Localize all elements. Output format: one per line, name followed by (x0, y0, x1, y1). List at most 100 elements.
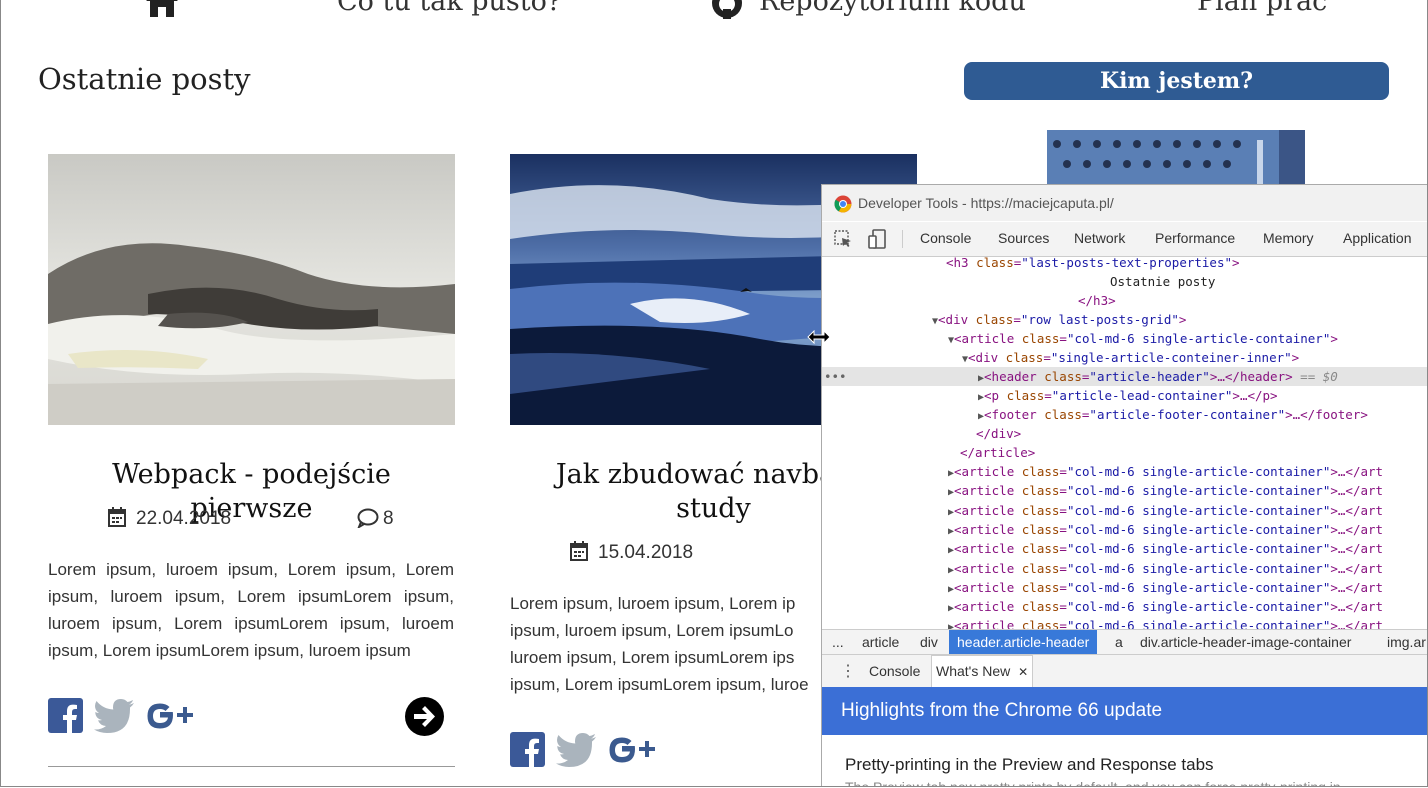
google-plus-icon[interactable] (146, 701, 194, 735)
dom-text-node[interactable]: Ostatnie posty (822, 272, 1427, 291)
tab-network[interactable]: Network (1074, 230, 1125, 246)
close-tag: …</art (1337, 560, 1384, 576)
lead-line: ipsum, Lorem ipsumLorem ipsum, luroe (510, 675, 809, 694)
twitter-icon[interactable] (556, 733, 596, 771)
top-navigation: Co tu tak pusto? Repozytorium kodu Plan … (1, 0, 1427, 26)
tab-console[interactable]: Console (920, 230, 971, 246)
attr-name: class (1021, 599, 1060, 615)
close-tag: …</art (1337, 541, 1384, 557)
tag-name: <article (954, 560, 1015, 576)
about-button[interactable]: Kim jestem? (964, 62, 1389, 100)
tab-application[interactable]: Application (1343, 230, 1412, 246)
close-tag: …</art (1337, 464, 1384, 479)
dom-close-h3[interactable]: </h3> (822, 291, 1427, 310)
attr-value: "col-md-6 single-article-container" (1066, 560, 1331, 576)
lead-line: luroem ipsum, Lorem ipsumLorem ips (510, 648, 795, 667)
dom-node-article-collapsed[interactable]: ▶<article class="col-md-6 single-article… (822, 520, 1427, 539)
drawer-tab-whats-new[interactable]: What's New ✕ (931, 655, 1034, 687)
google-plus-icon[interactable] (608, 735, 656, 769)
attr-value: "last-posts-text-properties" (1021, 255, 1232, 270)
close-tag: …</art (1337, 483, 1384, 499)
attr-name: class (975, 312, 1014, 327)
arrow-right-icon[interactable] (405, 697, 444, 740)
close-tag: …</header> (1217, 369, 1293, 384)
nav-link-empty[interactable]: Co tu tak pusto? (337, 0, 561, 17)
drawer-tabbar: ⋮ Console What's New ✕ (822, 655, 1427, 688)
dom-node-article-collapsed[interactable]: ▶<article class="col-md-6 single-article… (822, 559, 1427, 578)
devtools-window: Developer Tools - https://maciejcaputa.p… (821, 184, 1427, 787)
attr-name: class (1005, 350, 1044, 365)
news-item-description: The Preview tab now pretty prints by def… (845, 779, 1341, 787)
home-icon[interactable] (144, 0, 180, 24)
dom-node-footer[interactable]: ▶<footer class="article-footer-container… (822, 405, 1427, 424)
attr-value: "col-md-6 single-article-container" (1066, 599, 1331, 615)
devtools-title: Developer Tools - https://maciejcaputa.p… (858, 195, 1114, 211)
nav-link-plan[interactable]: Plan prac (1197, 0, 1327, 17)
breadcrumb-article[interactable]: article (862, 634, 899, 650)
device-toolbar-icon[interactable] (868, 229, 888, 254)
attr-name: class (1021, 502, 1060, 518)
article-date: 15.04.2018 (598, 542, 694, 563)
close-tag: …</art (1337, 599, 1384, 615)
nav-link-repository[interactable]: Repozytorium kodu (759, 0, 1026, 17)
tab-performance[interactable]: Performance (1155, 230, 1235, 246)
dom-node-div-row[interactable]: ▼<div class="row last-posts-grid"> (822, 310, 1427, 329)
selected-marker: == $0 (1300, 369, 1338, 384)
tag-name: <article (954, 464, 1015, 479)
breadcrumb-more[interactable]: ... (832, 634, 844, 650)
dom-node-article-collapsed[interactable]: ▶<article class="col-md-6 single-article… (822, 539, 1427, 558)
close-tag: …</art (1337, 579, 1384, 595)
article-image[interactable] (1047, 130, 1305, 186)
devtools-toolbar: Console Sources Network Performance Memo… (822, 222, 1427, 257)
attr-value: "row last-posts-grid" (1020, 312, 1179, 327)
tag-name: <footer (984, 407, 1037, 422)
twitter-icon[interactable] (94, 699, 134, 737)
devtools-titlebar: Developer Tools - https://maciejcaputa.p… (822, 185, 1427, 221)
dom-node-header-selected[interactable]: ••• ▶<header class="article-header">…</h… (822, 367, 1427, 386)
attr-name: class (1021, 541, 1060, 557)
tag-name: <article (954, 599, 1015, 615)
tag-name: <header (984, 369, 1037, 384)
attr-name: class (1021, 331, 1060, 346)
attr-value: "col-md-6 single-article-container" (1066, 502, 1331, 518)
close-icon[interactable]: ✕ (1018, 665, 1028, 679)
dom-node-inner-div[interactable]: ▼<div class="single-article-conteiner-in… (822, 348, 1427, 367)
dom-node-article[interactable]: ▼<article class="col-md-6 single-article… (822, 329, 1427, 348)
dom-node-p[interactable]: ▶<p class="article-lead-container">…</p> (822, 386, 1427, 405)
dom-node-h3[interactable]: <h3 class="last-posts-text-properties"> (822, 253, 1427, 272)
tab-memory[interactable]: Memory (1263, 230, 1314, 246)
tag-name: <article (954, 521, 1015, 537)
facebook-icon[interactable] (48, 698, 83, 737)
dom-node-article-collapsed[interactable]: ▶<article class="col-md-6 single-article… (822, 462, 1427, 481)
facebook-icon[interactable] (510, 732, 545, 771)
close-tag: …</footer> (1292, 407, 1368, 422)
dom-node-article-collapsed[interactable]: ▶<article class="col-md-6 single-article… (822, 597, 1427, 616)
dom-node-article-collapsed[interactable]: ▶<article class="col-md-6 single-article… (822, 501, 1427, 520)
dom-node-article-collapsed[interactable]: ▶<article class="col-md-6 single-article… (822, 578, 1427, 597)
news-item-title[interactable]: Pretty-printing in the Preview and Respo… (845, 755, 1214, 775)
more-dots-icon[interactable]: ••• (824, 367, 847, 386)
dom-close-div[interactable]: </div> (822, 424, 1427, 443)
breadcrumb-img[interactable]: img.ar (1387, 634, 1426, 650)
breadcrumb-header[interactable]: header.article-header (949, 630, 1098, 654)
article-divider (48, 766, 455, 767)
tab-sources[interactable]: Sources (998, 230, 1049, 246)
dom-node-article-collapsed[interactable]: ▶<article class="col-md-6 single-article… (822, 481, 1427, 500)
comment-count: 8 (383, 508, 394, 529)
breadcrumb-div[interactable]: div (920, 634, 938, 650)
attr-value: "article-lead-container" (1051, 388, 1233, 403)
breadcrumb-a[interactable]: a (1115, 634, 1123, 650)
breadcrumb-image-container[interactable]: div.article-header-image-container (1140, 634, 1351, 650)
dom-close-article[interactable]: </article> (822, 443, 1427, 462)
elements-tree: <h3 class="last-posts-text-properties"> … (822, 255, 1427, 633)
calendar-icon (570, 541, 588, 567)
article-date: 22.04.2018 (136, 508, 232, 529)
close-tag: </div> (976, 426, 1022, 441)
attr-value: "single-article-conteiner-inner" (1050, 350, 1292, 365)
browser-viewport: Co tu tak pusto? Repozytorium kodu Plan … (0, 0, 1428, 787)
inspect-element-icon[interactable] (834, 230, 852, 253)
tag-name: <article (954, 541, 1015, 557)
article-image[interactable] (48, 154, 455, 425)
drawer-menu-icon[interactable]: ⋮ (840, 661, 856, 681)
drawer-tab-console[interactable]: Console (869, 663, 920, 679)
